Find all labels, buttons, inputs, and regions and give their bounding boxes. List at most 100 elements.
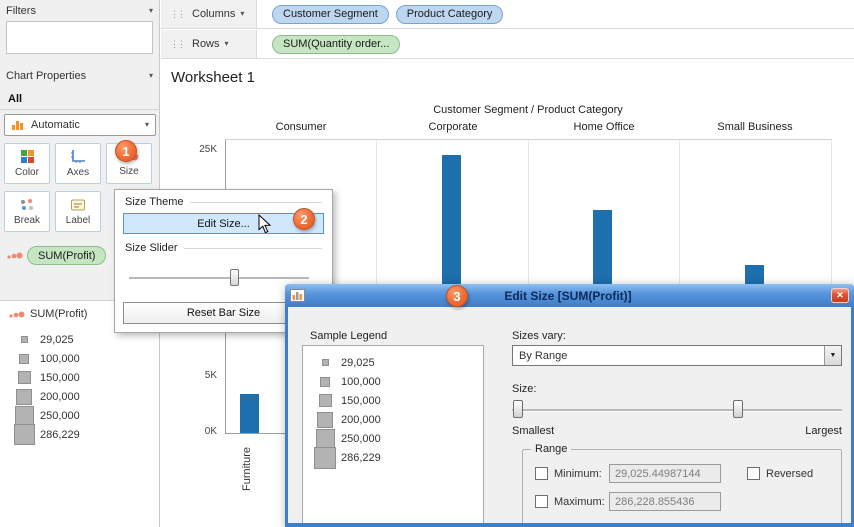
rows-shelf-field[interactable]: SUM(Quantity order... [258,30,854,58]
color-grid-icon [20,150,34,163]
size-swatch-wrap [8,424,40,445]
size-swatch-wrap [309,411,341,428]
break-icon [21,198,33,210]
annotation-step-2: 2 [293,208,315,230]
break-button[interactable]: Break [4,191,50,232]
size-range-slider [512,397,842,423]
chevron-down-icon: ▾ [144,120,149,129]
size-label: Size: [512,383,537,395]
size-swatch-wrap [309,394,341,407]
bar-consumer-furniture[interactable] [240,394,259,433]
column-header-consumer[interactable]: Consumer [225,121,377,133]
size-swatch [19,353,29,364]
slider-track[interactable] [512,409,842,411]
pill-customer-segment[interactable]: Customer Segment [272,4,389,24]
columns-shelf-field[interactable]: Customer Segment Product Category [258,0,854,28]
largest-label: Largest [805,425,842,437]
slider-endpoint-labels: Smallest Largest [512,425,842,437]
bar-chart-icon [12,121,23,130]
axes-button[interactable]: Axes [55,143,101,184]
range-group: Range Minimum: 29,025.44987144 Reversed … [522,443,842,523]
size-swatch-wrap [8,406,40,425]
edit-size-dialog: Edit Size [SUM(Profit)] ✕ Sample Legend … [285,284,854,527]
size-swatch-wrap [309,429,341,448]
x-label-furniture[interactable]: Furniture [241,439,253,491]
legend-value: 286,229 [40,428,80,441]
worksheet-title: Worksheet 1 [171,69,255,86]
chevron-down-icon[interactable]: ▼ [824,346,841,365]
color-button-label: Color [15,167,39,178]
legend-item[interactable]: 29,025 [8,330,80,349]
dialog-title: Edit Size [SUM(Profit)] [504,288,632,303]
filters-panel-header[interactable]: Filters ▾ [6,5,153,17]
legend-value: 200,000 [40,390,80,403]
maximum-label: Maximum: [554,495,605,508]
maximum-input[interactable]: 286,228.855436 [609,492,721,511]
marks-card-all-label: All [0,88,160,110]
mark-type-dropdown[interactable]: Automatic ▾ [4,114,156,136]
label-button[interactable]: Label [55,191,101,232]
legend-item[interactable]: 100,000 [8,349,80,368]
range-group-title: Range [531,443,572,455]
legend-item[interactable]: 286,229 [8,424,80,445]
filters-title: Filters [6,5,36,17]
rows-shelf-label-area: ⋮⋮ Rows ▾ [161,30,257,58]
chevron-down-icon[interactable]: ▾ [225,40,229,48]
minimum-input[interactable]: 29,025.44987144 [609,464,721,483]
size-swatch [14,406,34,425]
columns-shelf[interactable]: ⋮⋮ Columns ▾ Customer Segment Product Ca… [161,0,854,29]
pill-product-category[interactable]: Product Category [395,4,504,24]
size-swatch-wrap [309,446,341,469]
pill-sum-quantity[interactable]: SUM(Quantity order... [272,34,401,54]
sum-profit-pill[interactable]: SUM(Profit) [27,246,107,265]
minimum-checkbox[interactable] [535,467,548,480]
size-swatch-wrap [8,388,40,405]
legend-item: 200,000 [309,410,483,429]
size-slider-track[interactable] [129,277,309,279]
minimum-label: Minimum: [554,467,602,480]
size-legend-card: SUM(Profit) 29,025 100,000 150,000 200,0… [0,300,159,527]
y-tick-5k: 5K [204,370,217,381]
filters-shelf[interactable] [6,21,153,54]
legend-item: 100,000 [309,372,483,391]
column-header-home-office[interactable]: Home Office [528,121,680,133]
color-button[interactable]: Color [4,143,50,184]
legend-item: 150,000 [309,391,483,410]
legend-item[interactable]: 250,000 [8,406,80,425]
collapse-caret-icon[interactable]: ▾ [149,7,153,15]
legend-item[interactable]: 150,000 [8,368,80,387]
size-swatch [315,429,335,448]
sizes-vary-value: By Range [519,349,568,362]
legend-value: 250,000 [40,409,80,422]
collapse-caret-icon[interactable]: ▾ [149,72,153,80]
close-button[interactable]: ✕ [831,288,849,303]
size-slider-thumb[interactable] [230,269,239,286]
axes-button-label: Axes [66,167,90,178]
chart-properties-header[interactable]: Chart Properties ▾ [6,70,153,82]
chevron-down-icon[interactable]: ▾ [240,10,244,18]
size-slider-label: Size Slider [125,242,178,254]
dialog-titlebar[interactable]: Edit Size [SUM(Profit)] ✕ [285,284,854,307]
sizes-vary-dropdown[interactable]: By Range ▼ [512,345,842,366]
legend-item[interactable]: 200,000 [8,387,80,406]
sizes-vary-label: Sizes vary: [512,330,566,342]
columns-shelf-label-area: ⋮⋮ Columns ▾ [161,0,257,28]
column-header-corporate[interactable]: Corporate [377,121,529,133]
rows-shelf[interactable]: ⋮⋮ Rows ▾ SUM(Quantity order... [161,30,854,59]
smallest-label: Smallest [512,425,555,437]
annotation-step-1: 1 [115,140,137,162]
sample-legend-title: Sample Legend [310,330,388,342]
size-theme-label: Size Theme [125,196,184,208]
reversed-checkbox[interactable] [747,467,760,480]
size-swatch [321,359,329,366]
columns-shelf-label: Columns [192,8,236,20]
size-swatch-wrap [8,336,40,343]
slider-thumb-min[interactable] [513,400,523,418]
size-legend-list: 29,025 100,000 150,000 200,000 250,000 2… [8,330,80,445]
maximum-row: Maximum: 286,228.855436 [535,492,721,511]
slider-thumb-max[interactable] [733,400,743,418]
maximum-checkbox[interactable] [535,495,548,508]
column-header-small-business[interactable]: Small Business [679,121,831,133]
size-legend-title: SUM(Profit) [30,308,88,320]
chart-column-field-header: Customer Segment / Product Category [433,104,623,116]
